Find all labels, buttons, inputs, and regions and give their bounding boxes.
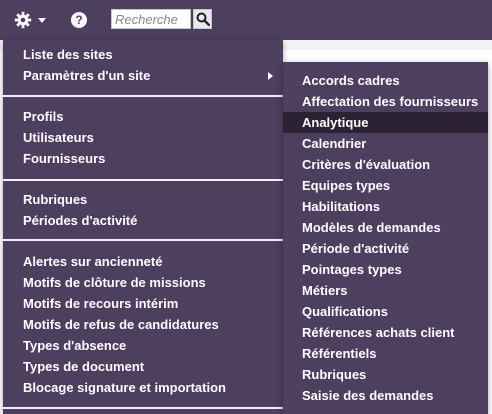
submenu-item-accords-cadres[interactable]: Accords cadres [283,70,488,91]
menu-item-profils[interactable]: Profils [3,106,283,127]
menu-item-label: Paramètres d'un site [23,68,151,83]
submenu-item-affectation-fournisseurs[interactable]: Affectation des fournisseurs [283,91,488,112]
menu-item-types-document[interactable]: Types de document [3,356,283,377]
menu-item-motifs-cloture[interactable]: Motifs de clôture de missions [3,272,283,293]
submenu-item-equipes-types[interactable]: Equipes types [283,175,488,196]
submenu-item-calendrier[interactable]: Calendrier [283,133,488,154]
submenu-item-metiers[interactable]: Métiers [283,280,488,301]
submenu-item-pointages-types[interactable]: Pointages types [283,259,488,280]
search-icon [196,12,210,26]
menu-item-rubriques[interactable]: Rubriques [3,189,283,210]
menu-item-fournisseurs[interactable]: Fournisseurs [3,148,283,169]
submenu-item-habilitations[interactable]: Habilitations [283,196,488,217]
submenu-item-analytique[interactable]: Analytique [283,112,488,133]
menu-divider [3,239,283,241]
menu-item-blocage-signature[interactable]: Blocage signature et importation [3,377,283,398]
menu-divider [3,95,283,97]
submenu-item-references-achats[interactable]: Références achats client [283,322,488,343]
search-input[interactable] [111,9,191,29]
chevron-down-icon [38,18,46,23]
settings-dropdown-toggle[interactable] [10,9,52,31]
menu-item-alertes-anciennete[interactable]: Alertes sur ancienneté [3,251,283,272]
submenu-item-periode-activite[interactable]: Période d'activité [283,238,488,259]
help-button[interactable]: ? [71,12,87,28]
submenu-item-criteres-evaluation[interactable]: Critères d'évaluation [283,154,488,175]
submenu-item-rubriques[interactable]: Rubriques [283,364,488,385]
submenu-item-saisie-demandes[interactable]: Saisie des demandes [283,385,488,406]
menu-item-motifs-recours[interactable]: Motifs de recours intérim [3,293,283,314]
menu-divider [3,179,283,181]
menu-item-types-absence[interactable]: Types d'absence [3,335,283,356]
chevron-right-icon [268,72,273,80]
menu-item-liste-des-sites[interactable]: Liste des sites [3,44,283,65]
submenu-item-qualifications[interactable]: Qualifications [283,301,488,322]
menu-divider [3,407,283,409]
menu-item-parametres-site[interactable]: Paramètres d'un site [3,65,283,86]
top-navbar: ? [0,0,492,40]
menu-item-motifs-refus[interactable]: Motifs de refus de candidatures [3,314,283,335]
settings-dropdown-menu: Liste des sites Paramètres d'un site Pro… [3,40,283,414]
submenu-item-modeles-demandes[interactable]: Modèles de demandes [283,217,488,238]
gear-icon [14,11,32,29]
search-button[interactable] [193,9,212,29]
submenu-item-referentiels[interactable]: Référentiels [283,343,488,364]
site-parameters-submenu: Accords cadres Affectation des fournisse… [283,62,488,414]
menu-item-periodes-activite[interactable]: Périodes d'activité [3,210,283,231]
menu-item-utilisateurs[interactable]: Utilisateurs [3,127,283,148]
